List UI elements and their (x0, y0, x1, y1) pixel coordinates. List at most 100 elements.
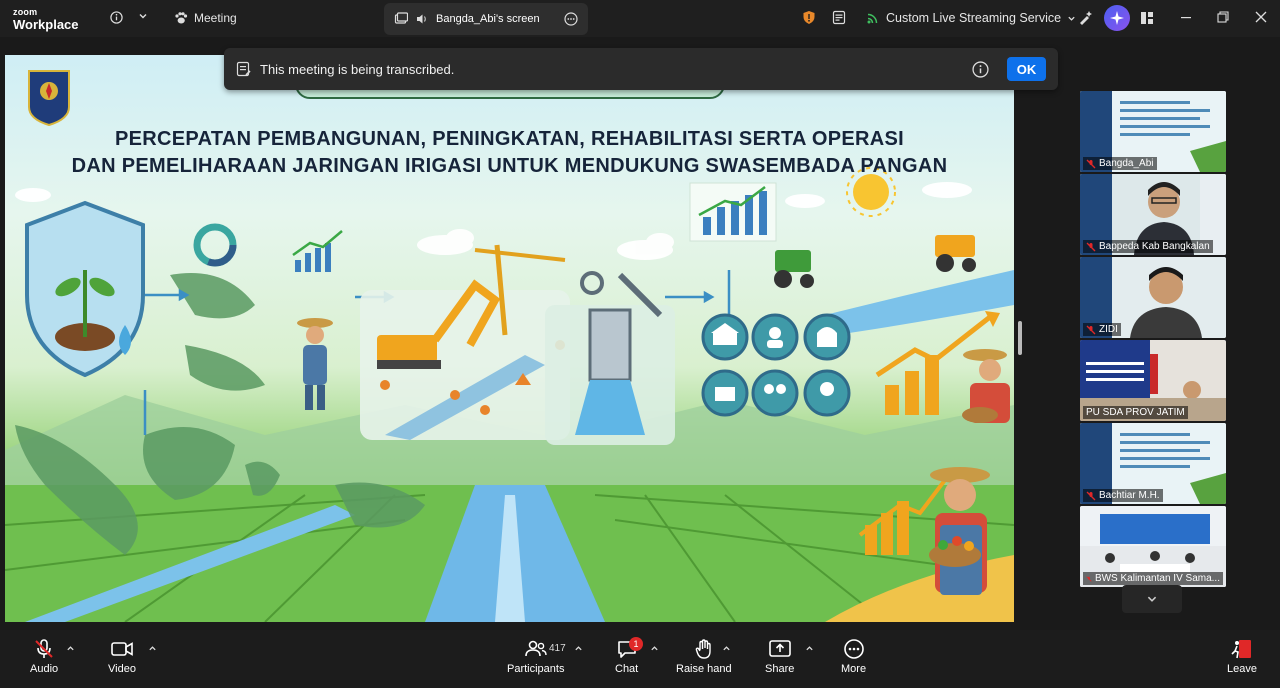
transcription-notice: This meeting is being transcribed. OK (224, 48, 1058, 90)
restore-button[interactable] (1217, 11, 1229, 25)
screen-share-indicator[interactable]: Bangda_Abi's screen (384, 3, 588, 35)
chevron-up-icon (575, 646, 582, 651)
meeting-options-chevron[interactable] (138, 11, 148, 21)
slide-title-line2: DAN PEMELIHARAAN JARINGAN IRIGASI UNTUK … (71, 155, 948, 177)
participant-name: Bappeda Kab Bangkalan (1099, 241, 1210, 252)
participant-name: Bangda_Abi (1099, 158, 1154, 169)
live-streaming-dropdown[interactable]: Custom Live Streaming Service (866, 11, 1076, 25)
muted-mic-icon (1086, 491, 1096, 500)
participant-tile[interactable]: ZIDI (1080, 257, 1226, 338)
transcript-icon (236, 61, 251, 77)
chevron-up-icon (806, 646, 813, 651)
share-screen-icon (768, 640, 791, 657)
minimize-button[interactable] (1180, 11, 1192, 25)
chat-label: Chat (615, 663, 639, 675)
video-options-caret[interactable] (148, 644, 157, 656)
participant-tile[interactable]: PU SDA PROV JATIM (1080, 340, 1226, 421)
video-label: Video (108, 663, 136, 675)
share-label-btn: Share (765, 663, 795, 675)
chat-options-caret[interactable] (650, 644, 659, 656)
summary-button[interactable] (832, 10, 846, 25)
share-label: Bangda_Abi's screen (436, 13, 540, 25)
video-button[interactable]: Video (108, 638, 136, 675)
close-icon (1255, 11, 1267, 23)
muted-mic-icon (1086, 575, 1092, 582)
view-layout-button[interactable] (1140, 11, 1154, 25)
ai-companion-button[interactable] (1104, 5, 1130, 31)
participant-tile[interactable]: Bachtiar M.H. (1080, 423, 1226, 504)
meeting-stage: INSTRUKSI PRESIDEN NOMOR 2 TAHUN 2025 PE… (0, 37, 1280, 630)
muted-mic-icon (1086, 325, 1096, 334)
participant-name-tag: PU SDA PROV JATIM (1083, 406, 1188, 419)
brand-line1: zoom (13, 7, 38, 17)
reactions-options-caret[interactable] (722, 644, 731, 656)
screen-share-icon (394, 12, 408, 24)
info-icon[interactable] (972, 60, 989, 78)
government-emblem-icon (28, 70, 70, 127)
ok-button[interactable]: OK (1007, 57, 1046, 81)
participants-options-caret[interactable] (574, 644, 583, 656)
layout-grid-icon (1141, 12, 1153, 24)
chevron-up-icon (149, 646, 156, 651)
sparkle-icon (1110, 11, 1124, 25)
document-icon (832, 10, 846, 25)
participant-tile[interactable]: Bappeda Kab Bangkalan (1080, 174, 1226, 255)
meeting-tab[interactable]: Meeting (174, 11, 237, 25)
title-bar: zoom Workplace Meeting Bangda_Abi's scre… (0, 0, 1280, 37)
audio-options-caret[interactable] (66, 644, 75, 656)
share-options-caret[interactable] (805, 644, 814, 656)
leave-button[interactable]: Leave (1227, 638, 1257, 675)
chevron-up-icon (723, 646, 730, 651)
notice-text: This meeting is being transcribed. (260, 61, 455, 77)
brand-line2: Workplace (13, 17, 79, 32)
leave-label: Leave (1227, 663, 1257, 675)
more-button[interactable]: More (841, 638, 866, 675)
chevron-down-icon (1068, 16, 1075, 21)
participant-name: ZIDI (1099, 324, 1118, 335)
more-label: More (841, 663, 867, 675)
minimize-icon (1181, 17, 1191, 19)
participant-name-tag: BWS Kalimantan IV Sama... (1083, 572, 1223, 585)
participant-tile[interactable]: BWS Kalimantan IV Sama... (1080, 506, 1226, 587)
annotate-button[interactable] (1078, 10, 1093, 25)
more-icon (843, 639, 864, 659)
meeting-info-button[interactable] (110, 11, 123, 24)
participants-icon (524, 640, 547, 657)
panel-resize-handle[interactable] (1018, 321, 1022, 355)
shared-screen-slide[interactable]: INSTRUKSI PRESIDEN NOMOR 2 TAHUN 2025 PE… (5, 55, 1014, 622)
slide-title-line1: PERCEPATAN PEMBANGUNAN, PENINGKATAN, REH… (115, 128, 904, 150)
chevron-down-icon (139, 14, 147, 19)
participant-name: PU SDA PROV JATIM (1086, 407, 1185, 418)
participant-name: BWS Kalimantan IV Sama... (1094, 573, 1220, 584)
leave-door-icon (1231, 640, 1251, 659)
hand-icon (695, 639, 711, 659)
security-button[interactable] (802, 10, 816, 25)
chevron-up-icon (651, 646, 658, 651)
live-stream-icon (867, 13, 878, 24)
muted-microphone-icon (35, 639, 53, 658)
participant-strip: Bangda_Abi Bappeda Kab Bangkalan ZIDI PU… (1080, 91, 1226, 589)
meeting-label: Meeting (194, 11, 237, 25)
participant-name-tag: ZIDI (1083, 323, 1121, 336)
audio-button[interactable]: Audio (30, 638, 58, 675)
livestream-label: Custom Live Streaming Service (886, 11, 1062, 25)
muted-mic-icon (1086, 159, 1096, 168)
zoom-workplace-logo: zoom Workplace (13, 7, 79, 32)
speaker-icon (417, 14, 426, 24)
chat-unread-badge: 1 (629, 637, 643, 651)
participant-name-tag: Bangda_Abi (1083, 157, 1157, 170)
chevron-up-icon (67, 646, 74, 651)
restore-icon (1217, 11, 1229, 23)
participants-count: 417 (549, 643, 566, 654)
muted-mic-icon (1086, 242, 1096, 251)
participant-name: Bachtiar M.H. (1099, 490, 1160, 501)
more-options-icon[interactable] (564, 12, 578, 26)
close-button[interactable] (1255, 11, 1267, 25)
chevron-down-icon (1147, 596, 1157, 602)
pen-sparkle-icon (1080, 11, 1092, 25)
participant-tile[interactable]: Bangda_Abi (1080, 91, 1226, 172)
strip-scroll-down-button[interactable] (1122, 585, 1182, 613)
share-button[interactable]: Share (765, 638, 794, 675)
participant-name-tag: Bachtiar M.H. (1083, 489, 1163, 502)
raise-hand-label: Raise hand (676, 663, 732, 675)
